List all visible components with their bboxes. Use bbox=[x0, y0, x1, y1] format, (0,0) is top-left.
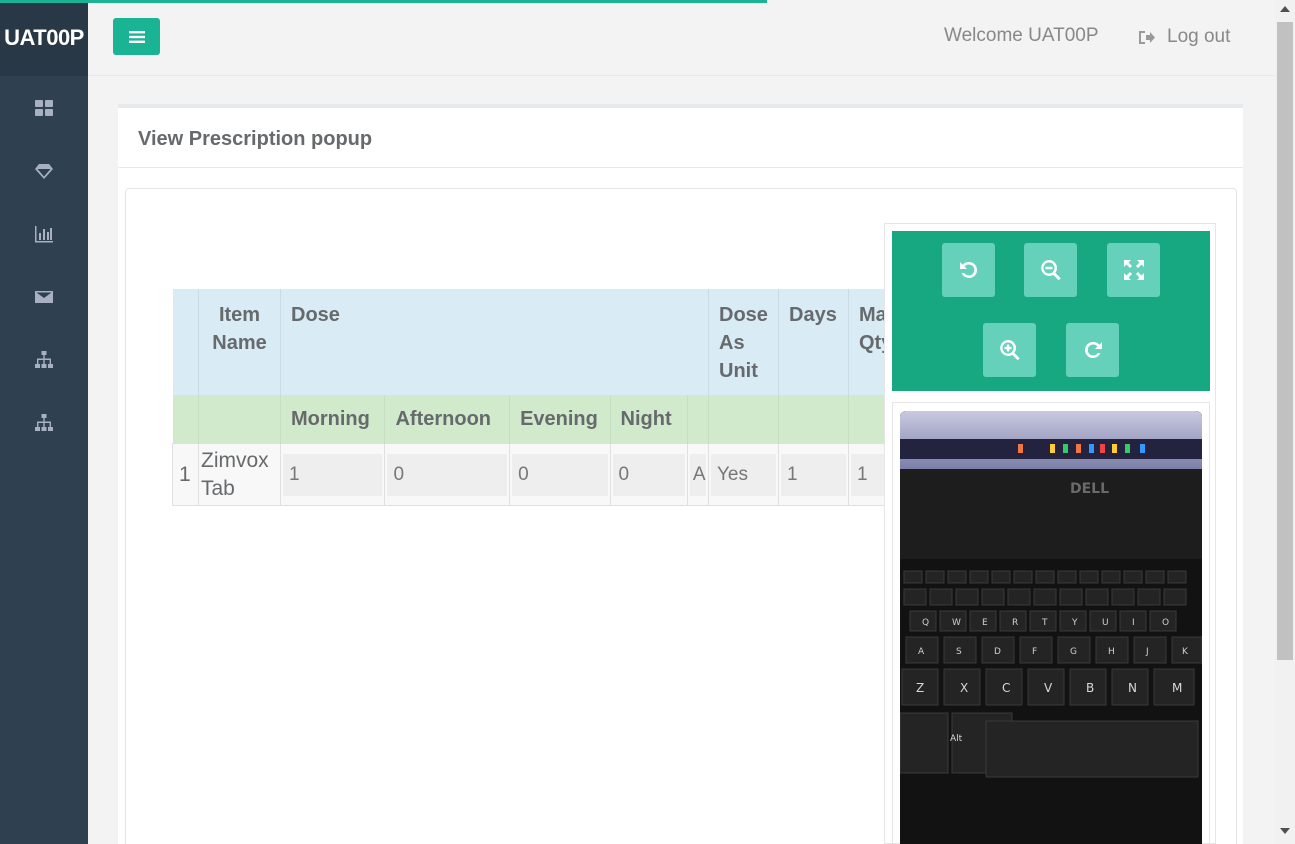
fullscreen-icon bbox=[1123, 260, 1144, 280]
svg-text:I: I bbox=[1132, 618, 1135, 628]
evening-dose-field[interactable]: 0 bbox=[512, 453, 608, 496]
svg-text:W: W bbox=[952, 618, 961, 628]
laptop-keyboard-image: DELL Q W E R T Y U I O A S D F G H J K Z… bbox=[900, 411, 1202, 844]
svg-text:Alt: Alt bbox=[950, 734, 963, 744]
rotate-right-button[interactable] bbox=[1066, 323, 1119, 377]
svg-text:U: U bbox=[1102, 618, 1109, 628]
prescription-photo[interactable]: DELL Q W E R T Y U I O A S D F G H J K Z… bbox=[900, 411, 1202, 844]
scroll-thumb[interactable] bbox=[1277, 22, 1293, 660]
sidebar-item-charts[interactable] bbox=[0, 202, 88, 265]
svg-text:S: S bbox=[956, 647, 962, 657]
logout-link[interactable]: Log out bbox=[1138, 26, 1230, 48]
diamond-icon bbox=[35, 163, 53, 179]
col-afternoon-header: Afternoon bbox=[384, 395, 511, 444]
hamburger-icon bbox=[128, 30, 145, 43]
scroll-down-arrow-icon[interactable] bbox=[1280, 828, 1290, 834]
sign-out-icon bbox=[1139, 30, 1155, 44]
days-field[interactable]: 1 bbox=[781, 453, 846, 496]
svg-text:DELL: DELL bbox=[1070, 481, 1109, 497]
page-scrollbar[interactable] bbox=[1275, 0, 1295, 844]
sidebar-item-mail[interactable] bbox=[0, 265, 88, 328]
row-item-name: Zimvox Tab bbox=[201, 448, 269, 500]
svg-text:F: F bbox=[1032, 647, 1037, 657]
rotate-right-icon bbox=[1084, 341, 1102, 358]
svg-text:D: D bbox=[994, 647, 1001, 657]
dashboard-icon bbox=[35, 99, 53, 116]
col-night-header: Night bbox=[610, 395, 688, 444]
svg-text:H: H bbox=[1108, 647, 1115, 657]
image-viewer: DELL Q W E R T Y U I O A S D F G H J K Z… bbox=[884, 223, 1216, 844]
svg-text:Q: Q bbox=[922, 618, 929, 628]
sidebar-item-sitemap-1[interactable] bbox=[0, 328, 88, 391]
zoom-in-button[interactable] bbox=[983, 323, 1036, 377]
svg-text:M: M bbox=[1172, 681, 1182, 695]
col-dose-as-unit-header: Dose As Unit bbox=[708, 289, 779, 395]
sitemap-icon bbox=[35, 350, 53, 368]
dose-as-unit-field[interactable]: Yes bbox=[711, 453, 776, 496]
morning-dose-field[interactable]: 1 bbox=[283, 453, 383, 496]
svg-text:V: V bbox=[1044, 681, 1053, 695]
col-evening-header: Evening bbox=[509, 395, 611, 444]
sidebar-item-diamond[interactable] bbox=[0, 139, 88, 202]
brand-logo: UAT00P bbox=[0, 0, 88, 76]
svg-text:X: X bbox=[960, 681, 968, 695]
top-navbar: Welcome UAT00P Log out bbox=[88, 0, 1275, 76]
bar-chart-icon bbox=[35, 225, 53, 242]
rotate-left-button[interactable] bbox=[942, 243, 995, 297]
svg-text:R: R bbox=[1012, 618, 1018, 628]
col-dose-header: Dose bbox=[280, 289, 709, 395]
row-index: 1 bbox=[179, 462, 191, 486]
svg-text:O: O bbox=[1162, 618, 1169, 628]
fullscreen-button[interactable] bbox=[1107, 243, 1160, 297]
welcome-message: Welcome UAT00P bbox=[944, 25, 1099, 46]
svg-text:N: N bbox=[1128, 681, 1137, 695]
prescription-image-frame: DELL Q W E R T Y U I O A S D F G H J K Z… bbox=[892, 402, 1210, 844]
night-dose-field[interactable]: 0 bbox=[612, 453, 685, 496]
scroll-up-arrow-icon[interactable] bbox=[1280, 6, 1290, 12]
zoom-out-icon bbox=[1040, 260, 1061, 281]
svg-text:B: B bbox=[1086, 681, 1094, 695]
col-morning-header: Morning bbox=[280, 395, 386, 444]
zoom-out-button[interactable] bbox=[1024, 243, 1077, 297]
col-item-name-header: Item Name bbox=[198, 289, 281, 395]
svg-text:J: J bbox=[1145, 647, 1149, 657]
panel-title: View Prescription popup bbox=[118, 108, 1243, 168]
afternoon-dose-field[interactable]: 0 bbox=[387, 453, 508, 496]
sidebar-item-dashboard[interactable] bbox=[0, 76, 88, 139]
loading-progress-bar bbox=[0, 0, 767, 3]
envelope-icon bbox=[35, 290, 53, 303]
svg-text:A: A bbox=[918, 647, 925, 657]
svg-text:Z: Z bbox=[916, 681, 924, 695]
logout-label: Log out bbox=[1167, 26, 1231, 47]
svg-text:E: E bbox=[982, 618, 988, 628]
svg-text:G: G bbox=[1070, 647, 1077, 657]
svg-text:T: T bbox=[1041, 618, 1048, 628]
rotate-left-icon bbox=[959, 261, 977, 278]
svg-text:C: C bbox=[1002, 681, 1010, 695]
svg-text:Y: Y bbox=[1071, 618, 1078, 628]
col-days-header: Days bbox=[778, 289, 849, 395]
sidebar-item-sitemap-2[interactable] bbox=[0, 391, 88, 454]
sidebar: UAT00P bbox=[0, 0, 88, 844]
sitemap-icon bbox=[35, 413, 53, 431]
menu-toggle-button[interactable] bbox=[113, 18, 160, 55]
truncated-field[interactable]: A bbox=[689, 453, 706, 496]
zoom-in-icon bbox=[999, 340, 1020, 361]
viewer-toolbar bbox=[892, 231, 1210, 391]
col-index-header bbox=[172, 289, 199, 395]
